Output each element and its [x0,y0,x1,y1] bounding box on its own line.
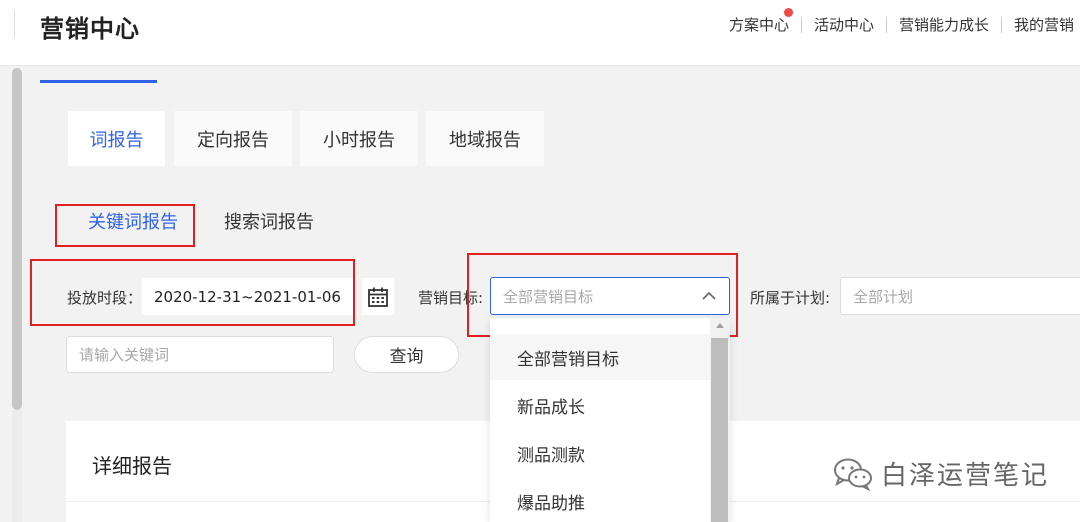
dropdown-option-new-product-growth[interactable]: 新品成长 [490,382,710,428]
nav-item-my-marketing[interactable]: 我的营销 [1002,14,1080,35]
wechat-icon [834,458,872,491]
tab-region-report[interactable]: 地域报告 [426,111,544,166]
top-nav: 方案中心 活动中心 营销能力成长 我的营销 [717,8,1080,35]
watermark-text: 白泽运营笔记 [881,461,1050,491]
dropdown-option-hit-product-boost[interactable]: 爆品助推 [490,478,710,522]
highlight-box [55,204,195,247]
tab-targeting-report[interactable]: 定向报告 [174,111,292,166]
dropdown-option-product-testing[interactable]: 测品测款 [490,430,710,476]
calendar-button[interactable] [362,278,394,315]
panel-title: 详细报告 [92,454,172,478]
tab-word-report[interactable]: 词报告 [68,111,165,166]
nav-item-growth[interactable]: 营销能力成长 [887,14,1001,35]
dropdown-option-all-goals[interactable]: 全部营销目标 [490,334,710,380]
query-button[interactable]: 查询 [354,336,459,373]
watermark: 白泽运营笔记 [833,455,1049,492]
keyword-input-placeholder: 请输入关键词 [79,346,170,364]
plan-select-placeholder: 全部计划 [853,287,914,306]
dropdown-scrollbar-thumb[interactable] [711,338,728,522]
notification-dot [783,8,793,17]
scroll-up-arrow-icon[interactable] [716,323,724,328]
goal-dropdown: 全部营销目标 新品成长 测品测款 爆品助推 [490,318,730,522]
tab-hourly-report[interactable]: 小时报告 [300,111,418,166]
calendar-icon [368,287,388,307]
plan-select[interactable]: 全部计划 [840,277,1080,315]
main-nav-active-indicator [40,80,157,83]
app-title: 营销中心 [40,15,140,43]
subtab-search-term-report[interactable]: 搜索词报告 [224,208,314,234]
nav-label: 方案中心 [728,16,789,34]
page-scrollbar-track [12,410,22,522]
top-bar: 营销中心 方案中心 活动中心 营销能力成长 我的营销 [0,0,1080,66]
highlight-box [30,259,355,326]
nav-item-solutions[interactable]: 方案中心 [717,8,801,35]
plan-label: 所属于计划: [750,289,831,307]
keyword-input[interactable]: 请输入关键词 [66,336,334,373]
nav-item-activities[interactable]: 活动中心 [802,14,886,35]
page-scrollbar-thumb[interactable] [12,68,22,410]
divider [14,10,15,38]
